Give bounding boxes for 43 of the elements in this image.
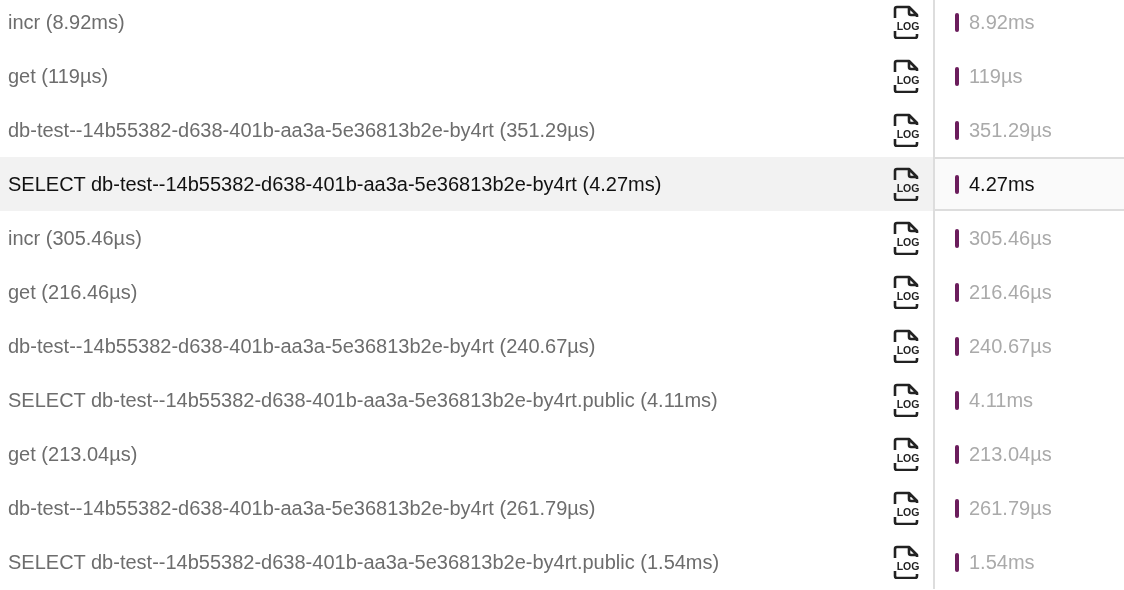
duration-text: 216.46µs bbox=[969, 280, 1052, 305]
span-name: incr (305.46µs) bbox=[8, 226, 143, 251]
span-name: db-test--14b55382-d638-401b-aa3a-5e36813b2e-by4rt (240.67µs) bbox=[8, 334, 597, 359]
span-name: get (213.04µs) bbox=[8, 442, 139, 467]
span-name: get (216.46µs) bbox=[8, 280, 139, 305]
timeline-bar bbox=[955, 498, 959, 518]
row-background[interactable]: SELECT db-test--14b55382-d638-401b-aa3a-5e36813b2e-by4rt.public (4.11ms) LOG bbox=[0, 373, 935, 427]
duration-text: 119µs bbox=[969, 64, 1023, 89]
span-name: get (119µs) bbox=[8, 64, 110, 89]
duration-text: 1.54ms bbox=[969, 550, 1035, 575]
timeline-bar bbox=[955, 66, 959, 86]
span-name: SELECT db-test--14b55382-d638-401b-aa3a-5e36813b2e-by4rt (4.27ms) bbox=[8, 172, 663, 197]
duration-text: 305.46µs bbox=[969, 226, 1052, 251]
timeline-bar bbox=[955, 390, 959, 410]
timeline-bar bbox=[955, 120, 959, 140]
row-background[interactable]: incr (8.92ms) LOG bbox=[0, 0, 935, 49]
duration-text: 8.92ms bbox=[969, 10, 1035, 35]
duration-text: 351.29µs bbox=[969, 118, 1052, 143]
selected-row-background[interactable]: SELECT db-test--14b55382-d638-401b-aa3a-5e36813b2e-by4rt (4.27ms) LOG bbox=[0, 157, 935, 211]
timeline-bar bbox=[955, 12, 959, 32]
duration-text: 213.04µs bbox=[969, 442, 1052, 467]
span-name: incr (8.92ms) bbox=[8, 10, 126, 35]
span-name: SELECT db-test--14b55382-d638-401b-aa3a-5e36813b2e-by4rt.public (4.11ms) bbox=[8, 388, 719, 413]
row-background[interactable]: get (213.04µs) LOG bbox=[0, 427, 935, 481]
span-name: db-test--14b55382-d638-401b-aa3a-5e36813b2e-by4rt (351.29µs) bbox=[8, 118, 597, 143]
timeline-bar bbox=[955, 282, 959, 302]
timeline-bar bbox=[955, 228, 959, 248]
span-name: db-test--14b55382-d638-401b-aa3a-5e36813b2e-by4rt (261.79µs) bbox=[8, 496, 597, 521]
duration-text: 4.27ms bbox=[969, 172, 1035, 197]
timeline-bar bbox=[955, 174, 959, 194]
duration-text: 4.11ms bbox=[969, 388, 1034, 413]
row-background[interactable]: incr (305.46µs) LOG bbox=[0, 211, 935, 265]
duration-text: 240.67µs bbox=[969, 334, 1052, 359]
row-background[interactable]: get (216.46µs) LOG bbox=[0, 265, 935, 319]
row-background[interactable]: SELECT db-test--14b55382-d638-401b-aa3a-5e36813b2e-by4rt.public (1.54ms) LOG bbox=[0, 535, 935, 589]
row-background[interactable]: db-test--14b55382-d638-401b-aa3a-5e36813b2e-by4rt (240.67µs) LOG bbox=[0, 319, 935, 373]
span-name: SELECT db-test--14b55382-d638-401b-aa3a-5e36813b2e-by4rt.public (1.54ms) bbox=[8, 550, 721, 575]
timeline-bar bbox=[955, 336, 959, 356]
duration-text: 261.79µs bbox=[969, 496, 1052, 521]
row-background[interactable]: get (119µs) LOG bbox=[0, 49, 935, 103]
timeline-bar bbox=[955, 444, 959, 464]
timeline-bar bbox=[955, 552, 959, 572]
row-background[interactable]: db-test--14b55382-d638-401b-aa3a-5e36813b2e-by4rt (261.79µs) LOG bbox=[0, 481, 935, 535]
